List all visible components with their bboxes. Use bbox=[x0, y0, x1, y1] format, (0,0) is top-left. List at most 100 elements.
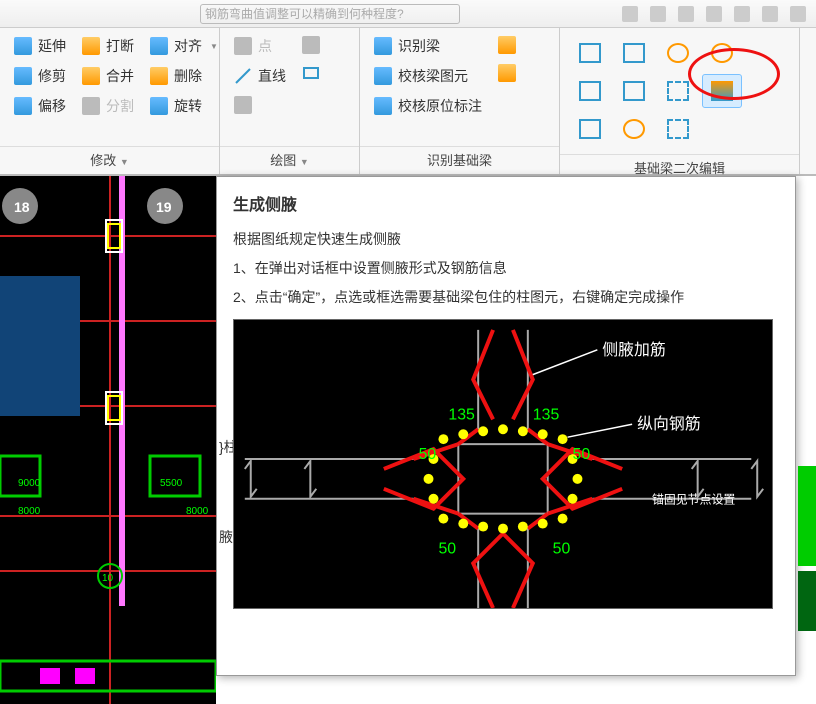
rotate-icon bbox=[150, 97, 168, 115]
beam-aux1-icon bbox=[498, 36, 516, 54]
sec-btn-2[interactable] bbox=[614, 36, 654, 70]
btn-yanshen[interactable]: 延伸 bbox=[10, 34, 70, 58]
search-box[interactable]: 钢筋弯曲值调整可以精确到何种程度? bbox=[200, 4, 460, 24]
canvas-right-edge bbox=[798, 466, 816, 566]
point-icon bbox=[234, 37, 252, 55]
tooltip-diagram: 侧腋加筋 纵向钢筋 135 135 50 50 50 50 锚固见节点设置 bbox=[233, 319, 773, 609]
search-placeholder: 钢筋弯曲值调整可以精确到何种程度? bbox=[205, 5, 404, 22]
cloud-icon[interactable] bbox=[650, 6, 666, 22]
panel-secondary: 基础梁二次编辑 bbox=[560, 28, 800, 174]
btn-xuanzhuan[interactable]: 旋转 bbox=[146, 94, 222, 118]
btn-dian: 点 bbox=[230, 34, 290, 58]
svg-text:50: 50 bbox=[438, 540, 456, 557]
btn-hebing[interactable]: 合并 bbox=[78, 64, 138, 88]
sec-btn-6[interactable] bbox=[614, 74, 654, 108]
sec-icon-6 bbox=[623, 81, 645, 101]
tooltip-haunch: 生成侧腋 根据图纸规定快速生成侧腋 1、在弹出对话框中设置侧腋形式及钢筋信息 2… bbox=[216, 176, 796, 676]
panel-draw: 点 直线 绘图 ▼ bbox=[220, 28, 360, 174]
sec-btn-7[interactable] bbox=[658, 74, 698, 108]
bell-icon[interactable] bbox=[678, 6, 694, 22]
extend-icon bbox=[14, 37, 32, 55]
panel-draw-title: 绘图 ▼ bbox=[220, 146, 359, 174]
btn-arc bbox=[230, 94, 290, 116]
svg-text:50: 50 bbox=[553, 540, 571, 557]
dim-8000a: 8000 bbox=[18, 506, 41, 517]
btn-duiqi[interactable]: 对齐▼ bbox=[146, 34, 222, 58]
svg-text:侧腋加筋: 侧腋加筋 bbox=[602, 340, 666, 358]
clock-icon[interactable] bbox=[706, 6, 722, 22]
btn-shanchu[interactable]: 删除 bbox=[146, 64, 222, 88]
btn-circle bbox=[298, 34, 324, 56]
sec-icon-7 bbox=[667, 81, 689, 101]
grid-19: 19 bbox=[156, 199, 172, 215]
sec-icon-5 bbox=[579, 81, 601, 101]
btn-rect[interactable] bbox=[298, 62, 324, 84]
panel-modify-title: 修改 ▼ bbox=[0, 146, 219, 174]
ribbon: 延伸 修剪 偏移 打断 合并 分割 对齐▼ 删除 旋转 修改 ▼ 点 直线 bbox=[0, 28, 816, 176]
btn-zhixian[interactable]: 直线 bbox=[230, 64, 290, 88]
btn-beam-aux2[interactable] bbox=[494, 62, 520, 84]
btn-daduan[interactable]: 打断 bbox=[78, 34, 138, 58]
sec-icon-9 bbox=[579, 119, 601, 139]
tooltip-sub: 根据图纸规定快速生成侧腋 bbox=[233, 227, 779, 252]
align-icon bbox=[150, 37, 168, 55]
sec-btn-haunch[interactable] bbox=[702, 74, 742, 108]
trim-icon bbox=[14, 67, 32, 85]
sec-icon-10 bbox=[623, 119, 645, 139]
sec-icon-11 bbox=[667, 119, 689, 139]
sec-icon-3 bbox=[667, 43, 689, 63]
split-icon bbox=[82, 97, 100, 115]
check-beam-icon bbox=[374, 67, 392, 85]
sec-btn-4[interactable] bbox=[702, 36, 742, 70]
sec-btn-1[interactable] bbox=[570, 36, 610, 70]
drawing-canvas[interactable]: 18 19 10 9000 5500 8000 8000 bbox=[0, 176, 216, 704]
titlebar-icons bbox=[622, 6, 816, 22]
svg-text:锚固见节点设置: 锚固见节点设置 bbox=[652, 492, 735, 506]
sec-btn-11[interactable] bbox=[658, 112, 698, 146]
sec-icon-4 bbox=[711, 43, 733, 63]
btn-xiujian[interactable]: 修剪 bbox=[10, 64, 70, 88]
line-icon bbox=[234, 67, 252, 85]
beam-aux2-icon bbox=[498, 64, 516, 82]
delete-icon bbox=[150, 67, 168, 85]
arc-icon bbox=[234, 96, 252, 114]
gift-icon[interactable] bbox=[762, 6, 778, 22]
check-anno-icon bbox=[374, 97, 392, 115]
panel-beam-title: 识别基础梁 bbox=[360, 146, 559, 174]
btn-shibie[interactable]: 识别梁 bbox=[370, 34, 486, 58]
merge-icon bbox=[82, 67, 100, 85]
panel-beam: 识别梁 校核梁图元 校核原位标注 识别基础梁 bbox=[360, 28, 560, 174]
sec-btn-5[interactable] bbox=[570, 74, 610, 108]
grid-18: 18 bbox=[14, 199, 30, 215]
recognize-icon bbox=[374, 37, 392, 55]
sec-icon-1 bbox=[579, 43, 601, 63]
panel-modify: 延伸 修剪 偏移 打断 合并 分割 对齐▼ 删除 旋转 修改 ▼ bbox=[0, 28, 220, 174]
sec-btn-9[interactable] bbox=[570, 112, 610, 146]
break-icon bbox=[82, 37, 100, 55]
canvas-right-edge2 bbox=[798, 571, 816, 631]
grid-10: 10 bbox=[102, 573, 114, 584]
min-icon[interactable] bbox=[790, 6, 806, 22]
sec-btn-10[interactable] bbox=[614, 112, 654, 146]
btn-pianyi[interactable]: 偏移 bbox=[10, 94, 70, 118]
tooltip-line2: 2、点击“确定”，点选或框选需要基础梁包住的柱图元，右键确定完成操作 bbox=[233, 285, 779, 310]
svg-text:50: 50 bbox=[419, 446, 437, 463]
btn-jiaoheliang[interactable]: 校核梁图元 bbox=[370, 64, 486, 88]
sec-icon-2 bbox=[623, 43, 645, 63]
offset-icon bbox=[14, 97, 32, 115]
svg-text:纵向钢筋: 纵向钢筋 bbox=[637, 415, 701, 433]
skin-icon[interactable] bbox=[622, 6, 638, 22]
dim-8000b: 8000 bbox=[186, 506, 209, 517]
titlebar: 钢筋弯曲值调整可以精确到何种程度? bbox=[0, 0, 816, 28]
workspace: 18 19 10 9000 5500 8000 8000 生成侧腋 根据图纸规定… bbox=[0, 176, 816, 704]
haunch-icon bbox=[711, 81, 733, 101]
btn-jiaoheyuan[interactable]: 校核原位标注 bbox=[370, 94, 486, 118]
sec-btn-3[interactable] bbox=[658, 36, 698, 70]
btn-fenge: 分割 bbox=[78, 94, 138, 118]
svg-text:50: 50 bbox=[573, 446, 591, 463]
svg-text:135: 135 bbox=[448, 406, 475, 423]
circle-icon bbox=[302, 36, 320, 54]
btn-beam-aux1[interactable] bbox=[494, 34, 520, 56]
user-icon[interactable] bbox=[734, 6, 750, 22]
tooltip-line1: 1、在弹出对话框中设置侧腋形式及钢筋信息 bbox=[233, 256, 779, 281]
